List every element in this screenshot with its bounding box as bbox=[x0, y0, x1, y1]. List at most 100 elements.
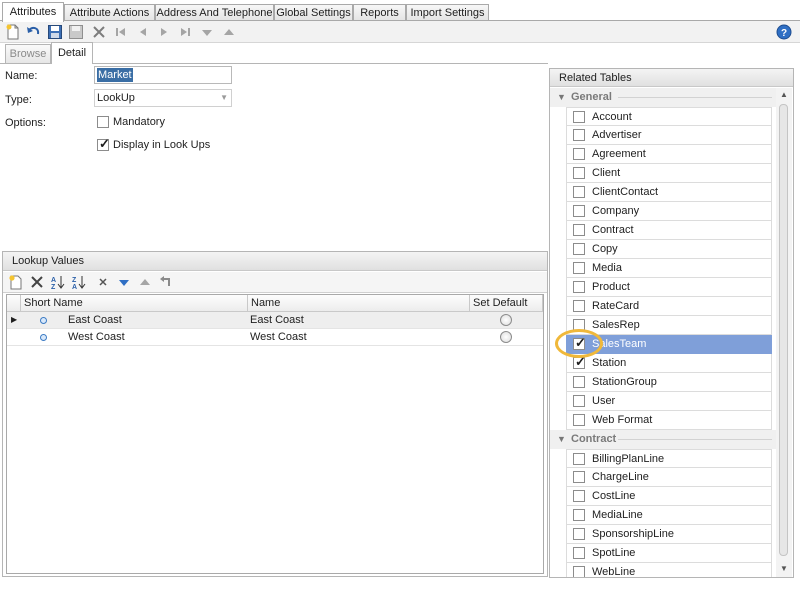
delete-icon[interactable] bbox=[29, 274, 45, 290]
scroll-down-icon[interactable]: ▼ bbox=[780, 564, 788, 573]
related-checkbox[interactable] bbox=[573, 205, 585, 217]
table-row[interactable]: West Coast West Coast bbox=[7, 329, 543, 346]
related-item-media[interactable]: Media bbox=[566, 259, 772, 278]
tab-browse[interactable]: Browse bbox=[5, 44, 51, 63]
related-checkbox[interactable] bbox=[573, 471, 585, 483]
save-copy-icon[interactable] bbox=[68, 24, 84, 40]
related-checkbox[interactable] bbox=[573, 224, 585, 236]
move-down-icon[interactable] bbox=[116, 274, 132, 290]
tab-detail[interactable]: Detail bbox=[51, 42, 93, 64]
related-item-copy[interactable]: Copy bbox=[566, 240, 772, 259]
related-item-contract[interactable]: Contract bbox=[566, 221, 772, 240]
related-checkbox[interactable] bbox=[573, 490, 585, 502]
type-select[interactable]: LookUp ▼ bbox=[94, 89, 232, 107]
tab-import-settings[interactable]: Import Settings bbox=[406, 4, 489, 21]
clear-icon[interactable] bbox=[95, 274, 111, 290]
tab-global-settings[interactable]: Global Settings bbox=[274, 4, 353, 21]
column-set-default[interactable]: Set Default bbox=[470, 295, 543, 312]
save-icon[interactable] bbox=[47, 24, 63, 40]
related-item-webline[interactable]: WebLine bbox=[566, 563, 772, 577]
short-name-cell[interactable]: West Coast bbox=[68, 329, 125, 345]
related-item-account[interactable]: Account bbox=[566, 107, 772, 126]
related-checkbox[interactable] bbox=[573, 148, 585, 160]
last-record-icon[interactable] bbox=[177, 24, 193, 40]
previous-record-icon[interactable] bbox=[135, 24, 151, 40]
options-label: Options: bbox=[5, 117, 46, 129]
sort-ascending-icon[interactable]: AZ bbox=[50, 274, 66, 290]
related-checkbox[interactable] bbox=[573, 300, 585, 312]
delete-icon[interactable] bbox=[91, 24, 107, 40]
related-item-clientcontact[interactable]: ClientContact bbox=[566, 183, 772, 202]
name-cell[interactable]: West Coast bbox=[250, 329, 307, 345]
new-icon[interactable] bbox=[5, 24, 21, 40]
related-item-company[interactable]: Company bbox=[566, 202, 772, 221]
related-item-ratecard[interactable]: RateCard bbox=[566, 297, 772, 316]
add-icon[interactable] bbox=[8, 274, 24, 290]
related-checkbox[interactable] bbox=[573, 167, 585, 179]
related-item-salesrep[interactable]: SalesRep bbox=[566, 316, 772, 335]
related-item-label: BillingPlanLine bbox=[592, 453, 665, 465]
related-checkbox[interactable]: ✓ bbox=[573, 354, 586, 369]
move-up-icon[interactable] bbox=[137, 274, 153, 290]
related-checkbox[interactable] bbox=[573, 509, 585, 521]
move-up-icon[interactable] bbox=[221, 24, 237, 40]
tab-attribute-actions[interactable]: Attribute Actions bbox=[64, 4, 155, 21]
related-item-web-format[interactable]: Web Format bbox=[566, 411, 772, 430]
collapse-icon[interactable]: ▼ bbox=[557, 88, 566, 106]
group-general[interactable]: ▼ General bbox=[550, 88, 776, 107]
related-item-medialine[interactable]: MediaLine bbox=[566, 506, 772, 525]
set-default-radio[interactable] bbox=[500, 331, 512, 343]
related-item-spotline[interactable]: SpotLine bbox=[566, 544, 772, 563]
related-item-advertiser[interactable]: Advertiser bbox=[566, 126, 772, 145]
chevron-down-icon[interactable]: ▼ bbox=[220, 90, 228, 106]
related-checkbox[interactable] bbox=[573, 129, 585, 141]
table-row[interactable]: ▶ East Coast East Coast bbox=[7, 312, 543, 329]
sort-descending-icon[interactable]: ZA bbox=[71, 274, 87, 290]
related-checkbox[interactable] bbox=[573, 414, 585, 426]
help-icon[interactable]: ? bbox=[776, 24, 792, 40]
mandatory-checkbox[interactable] bbox=[97, 116, 109, 128]
lookup-values-panel: Lookup Values AZ ZA Short Name Name Set bbox=[2, 251, 548, 577]
first-record-icon[interactable] bbox=[113, 24, 129, 40]
related-checkbox[interactable] bbox=[573, 566, 585, 577]
set-default-radio[interactable] bbox=[500, 314, 512, 326]
name-input[interactable]: Market bbox=[94, 66, 232, 84]
related-checkbox[interactable] bbox=[573, 262, 585, 274]
related-checkbox[interactable] bbox=[573, 453, 585, 465]
scroll-thumb[interactable] bbox=[779, 104, 788, 556]
related-checkbox[interactable] bbox=[573, 376, 585, 388]
related-item-sponsorshipline[interactable]: SponsorshipLine bbox=[566, 525, 772, 544]
related-checkbox[interactable] bbox=[573, 111, 585, 123]
move-down-icon[interactable] bbox=[199, 24, 215, 40]
related-item-client[interactable]: Client bbox=[566, 164, 772, 183]
column-short-name[interactable]: Short Name bbox=[21, 295, 248, 312]
undo-icon[interactable] bbox=[25, 24, 41, 40]
scroll-up-icon[interactable]: ▲ bbox=[780, 90, 788, 99]
undo-icon[interactable] bbox=[158, 274, 174, 290]
collapse-icon[interactable]: ▼ bbox=[557, 430, 566, 448]
short-name-cell[interactable]: East Coast bbox=[68, 312, 122, 328]
group-contract[interactable]: ▼ Contract bbox=[550, 430, 776, 449]
related-item-user[interactable]: User bbox=[566, 392, 772, 411]
related-item-billingplanline[interactable]: BillingPlanLine bbox=[566, 449, 772, 468]
tab-address-and-telephone[interactable]: Address And Telephone bbox=[155, 4, 274, 21]
related-checkbox[interactable] bbox=[573, 395, 585, 407]
next-record-icon[interactable] bbox=[156, 24, 172, 40]
related-checkbox[interactable] bbox=[573, 186, 585, 198]
related-item-station[interactable]: ✓ Station bbox=[566, 354, 772, 373]
related-checkbox[interactable] bbox=[573, 528, 585, 540]
related-item-product[interactable]: Product bbox=[566, 278, 772, 297]
tab-reports[interactable]: Reports bbox=[353, 4, 406, 21]
related-checkbox[interactable] bbox=[573, 547, 585, 559]
tab-attributes[interactable]: Attributes bbox=[2, 2, 64, 22]
related-item-agreement[interactable]: Agreement bbox=[566, 145, 772, 164]
related-checkbox[interactable] bbox=[573, 281, 585, 293]
column-name[interactable]: Name bbox=[248, 295, 470, 312]
related-item-stationgroup[interactable]: StationGroup bbox=[566, 373, 772, 392]
related-checkbox[interactable] bbox=[573, 243, 585, 255]
display-lookups-checkbox[interactable]: ✓ bbox=[97, 136, 110, 151]
name-cell[interactable]: East Coast bbox=[250, 312, 304, 328]
related-item-costline[interactable]: CostLine bbox=[566, 487, 772, 506]
related-tables-scrollbar[interactable]: ▲ ▼ bbox=[776, 88, 792, 577]
related-item-chargeline[interactable]: ChargeLine bbox=[566, 468, 772, 487]
